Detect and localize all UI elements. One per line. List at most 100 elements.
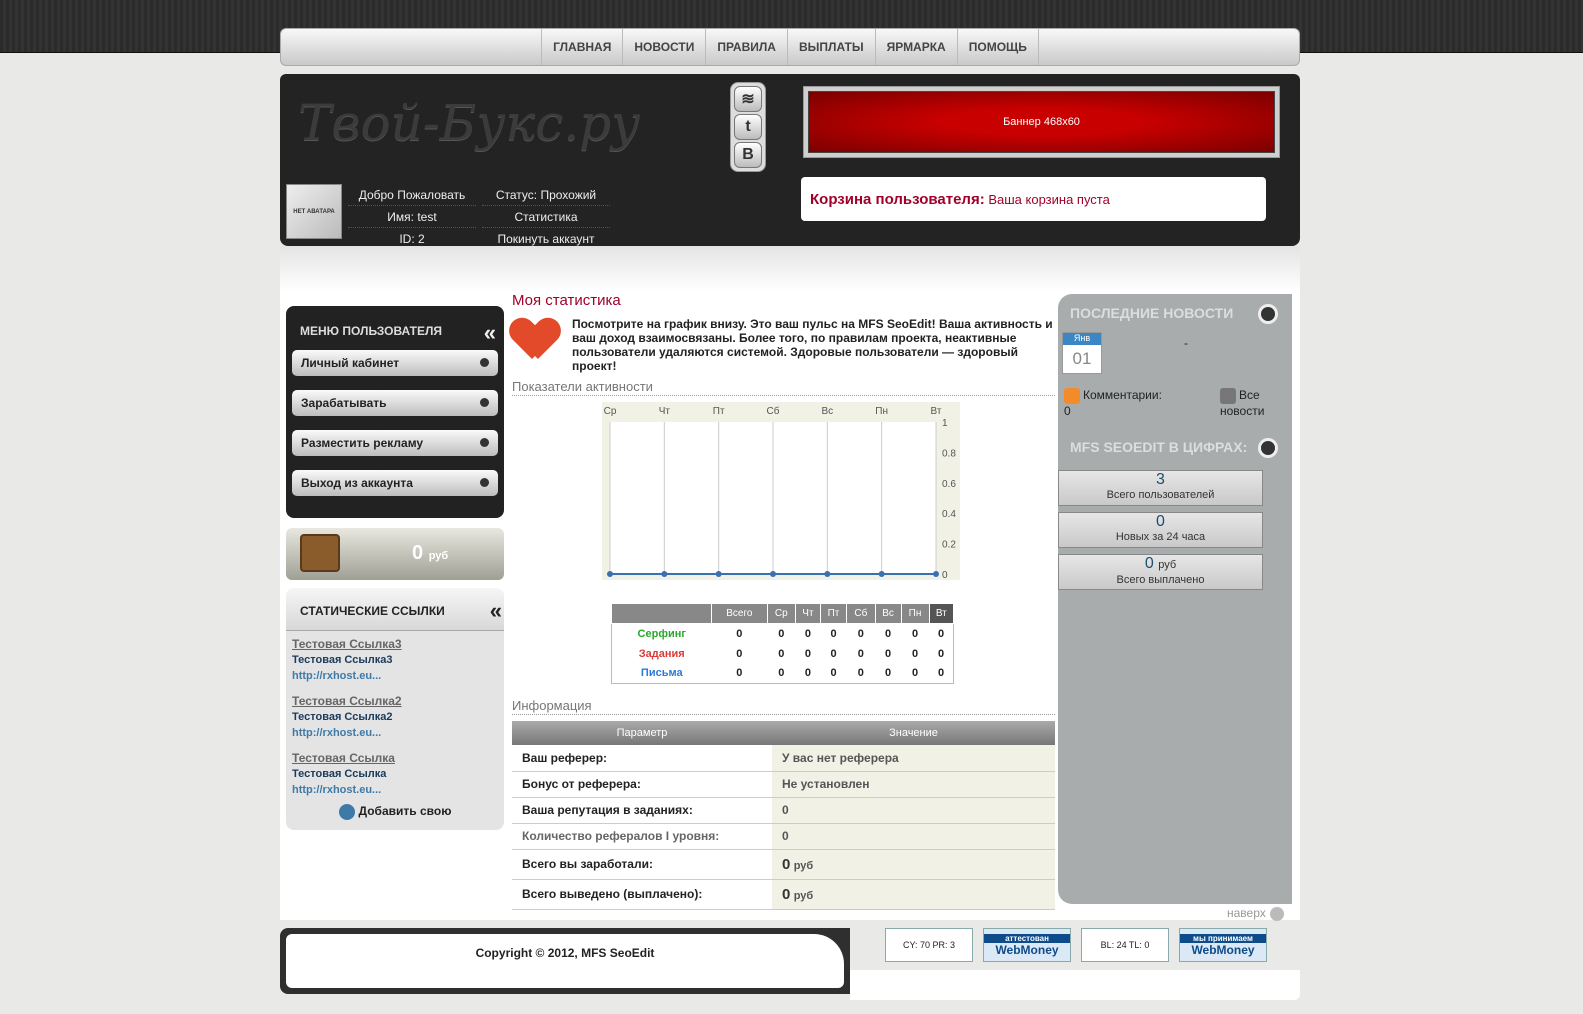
static-link: Тестовая Ссылка Тестовая Ссылка http://r… [286,745,504,796]
figure-label: Всего пользователей [1106,489,1215,501]
activity-table: Всего Ср Чт Пт Сб Вс Пн Вт Серфинг 0 0 0 0 0 0 0 0 Задан… [611,603,955,684]
vk-icon[interactable]: В [734,142,762,168]
cart-title: Корзина пользователя: [810,191,985,208]
badge-top: аттестован [984,933,1070,943]
banner[interactable]: Баннер 468x60 [808,91,1275,153]
rss-icon[interactable]: ≋ [734,86,762,112]
table-cell: 0 [778,627,785,640]
webmoney-attested-badge[interactable]: аттестован WebMoney [983,928,1071,962]
cy-counter[interactable]: CY: 70 PR: 3 [885,928,973,962]
site-logo[interactable]: Твой-Букс.ру [298,94,640,152]
user-status: Статус: Прохожий [482,184,610,206]
earned-amount: 0 [782,855,791,873]
paid-value: 0 руб [772,879,1055,910]
nav-fair[interactable]: ЯРМАРКА [874,29,957,65]
link-url[interactable]: http://rxhost.eu... [292,670,498,682]
menu-item-advertise[interactable]: Разместить рекламу [292,430,498,456]
table-row: Ваша репутация в заданиях: 0 [512,797,1055,824]
activity-heading: Показатели активности [512,379,1055,396]
link-title[interactable]: Тестовая Ссылка [292,751,498,765]
table-cell: 0 [884,667,892,680]
news-icon [1220,388,1236,404]
static-link: Тестовая Ссылка3 Тестовая Ссылка3 http:/… [286,631,504,682]
menu-item-earn[interactable]: Зарабатывать [292,390,498,416]
comments-link[interactable]: Комментарии: 0 [1064,388,1184,418]
figure-value: 3 [1156,471,1165,488]
table-header: Ср [766,603,796,624]
data-point [878,571,885,577]
link-url[interactable]: http://rxhost.eu... [292,784,498,796]
paid-label: Всего выведено (выплачено): [512,879,772,910]
table-cell: 0 [778,667,785,680]
figure-label: Новых за 24 часа [1115,531,1206,543]
table-row: Серфинг 0 0 0 0 0 0 0 0 [612,624,954,644]
data-point [661,571,668,577]
table-header: Сб [846,603,876,624]
info-value: Не установлен [772,771,1055,798]
add-icon [338,804,355,820]
news-text[interactable]: - [1184,336,1188,350]
to-top-link[interactable]: наверх [1227,906,1284,921]
table-cell: 0 [804,647,811,660]
collapse-icon[interactable]: « [490,598,503,624]
collapse-icon[interactable]: « [484,320,497,346]
news-item: Янв 01 - Комментарии: 0 Все новости [1058,332,1292,428]
nav-news[interactable]: НОВОСТИ [622,29,705,65]
add-link-button[interactable]: Добавить свою [286,804,504,820]
data-point [607,571,613,577]
figure-unit: руб [1158,559,1177,571]
x-tick-label: Пт [713,406,725,417]
stats-link[interactable]: Статистика [482,206,610,228]
subheader [280,246,1300,292]
cart-text: Ваша корзина пуста [988,192,1110,207]
nav-home[interactable]: ГЛАВНАЯ [541,29,622,65]
table-cell: 0 [736,647,743,660]
activity-chart: Ср Чт Пт Сб Вс Пн Вт1 0.8 0.6 0.4 0.2 0 [602,402,960,581]
table-corner [611,603,712,624]
x-tick-label: Сб [767,405,780,417]
social-links: ≋ t В [730,82,766,172]
link-title[interactable]: Тестовая Ссылка2 [292,694,498,708]
comments-count: 0 [1064,404,1071,418]
user-actions: Статус: Прохожий Статистика Покинуть акк… [482,184,610,250]
table-cell: 0 [736,627,743,640]
x-tick-label: Пн [875,406,888,417]
table-cell: 0 [857,647,864,660]
badge-label: WebMoney [995,942,1059,957]
table-cell: 0 [804,667,811,680]
info-value: 0 [772,797,1055,824]
link-title[interactable]: Тестовая Ссылка3 [292,637,498,651]
nav-help[interactable]: ПОМОЩЬ [956,29,1039,65]
footer: Copyright © 2012, MFS SeoEdit [280,928,850,994]
table-cell: 0 [937,627,945,640]
paid-amount: 0 [782,885,791,903]
news-month: Янв [1063,333,1101,345]
data-point [715,571,722,577]
nav-payouts[interactable]: ВЫПЛАТЫ [786,29,875,65]
link-url[interactable]: http://rxhost.eu... [292,727,498,739]
badge-top: мы принимаем [1180,933,1266,943]
table-cell: 0 [884,647,892,660]
table-row: Количество рефералов I уровня: 0 [512,823,1055,850]
bl-counter[interactable]: BL: 24 TL: 0 [1081,928,1169,962]
counters: CY: 70 PR: 3 аттестован WebMoney BL: 24 T… [885,928,1277,962]
welcome-text: Добро Пожаловать [348,184,476,206]
all-news-link[interactable]: Все новости [1220,388,1280,418]
comment-icon [1064,388,1080,404]
menu-item-logout[interactable]: Выход из аккаунта [292,470,498,496]
wallet: 0 руб [286,528,504,580]
avatar: НЕТ АВАТАРА [286,184,342,239]
x-tick-label: Ср [604,406,617,417]
y-tick-label: 0.6 [942,479,956,490]
webmoney-accept-badge[interactable]: мы принимаем WebMoney [1179,928,1267,962]
comments-label: Комментарии: [1083,388,1162,403]
menu-item-cabinet[interactable]: Личный кабинет [292,350,498,376]
figures-title: MFS SEOEDIT В ЦИФРАХ: [1058,428,1292,466]
link-desc: Тестовая Ссылка [292,768,387,780]
tumblr-icon[interactable]: t [734,114,762,140]
nav-rules[interactable]: ПРАВИЛА [705,29,787,65]
wallet-amount: 0 [412,542,424,564]
to-top-label: наверх [1227,906,1266,920]
info-key: Бонус от реферера: [512,771,772,798]
copyright: Copyright © 2012, MFS SeoEdit [286,934,844,988]
